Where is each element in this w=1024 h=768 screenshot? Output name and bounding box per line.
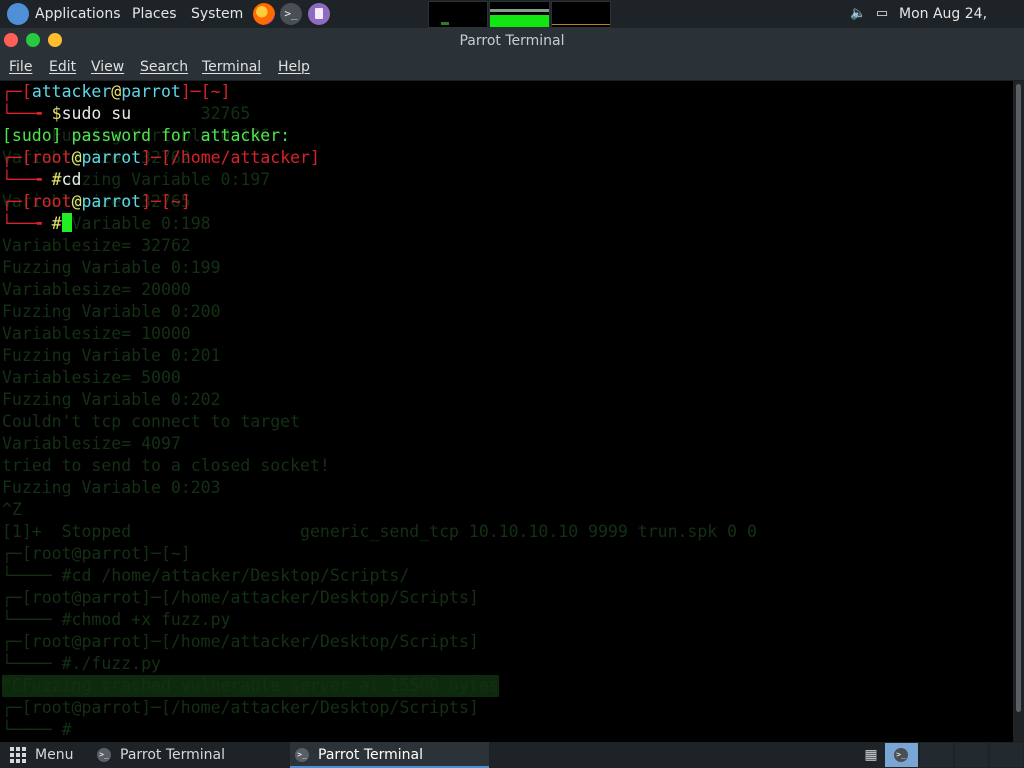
prompt-host: parrot — [81, 192, 142, 211]
text-cursor — [61, 213, 72, 232]
scrollbar-thumb[interactable] — [1016, 84, 1021, 712]
faded-line: Couldn't tcp connect to target — [2, 412, 301, 431]
faded-line: tried to send to a closed socket! — [2, 456, 330, 475]
workspace-1[interactable]: >_ — [885, 743, 918, 767]
terminal-output[interactable]: 32765 Fuzzing Variable 0:196 Variablesize… — [0, 81, 1013, 742]
top-panel: Applications Places System >_ 🔈 ▭ Mon Au… — [0, 0, 1024, 50]
workspace-3[interactable] — [955, 743, 988, 767]
menu-button[interactable]: Menu — [35, 742, 73, 768]
firefox-icon[interactable] — [253, 3, 275, 25]
faded-line: ┌─[root@parrot]─[~] — [2, 544, 191, 563]
faded-line: Fuzzing Variable 0:201 — [2, 346, 221, 365]
prompt-line-2: ┌─[root@parrot]─[/home/attacker] — [2, 148, 320, 167]
prompt-host: parrot — [81, 148, 142, 167]
faded-line: ┌─[root@parrot]─[/home/attacker/Desktop/… — [2, 632, 479, 651]
faded-line: └──── #./fuzz.py — [2, 654, 161, 673]
display-icon[interactable]: ▭ — [874, 6, 890, 22]
prompt-dir: ~ — [210, 82, 221, 101]
faded-line: Fuzzing Variable 0:202 — [2, 390, 221, 409]
volume-icon[interactable]: 🔈 — [850, 6, 866, 22]
places-menu[interactable]: Places — [132, 0, 177, 28]
prompt-user: root — [31, 148, 72, 167]
sudo-output: [sudo] password for attacker: — [2, 126, 291, 145]
prompt-host: parrot — [121, 82, 181, 101]
workspace-switcher-icon[interactable]: ▦ — [862, 746, 880, 764]
command-line-3: └──╼ # — [2, 213, 72, 235]
command-line-2: └──╼ #cd — [2, 170, 82, 189]
task-parrot-terminal-2[interactable]: Parrot Terminal — [318, 742, 423, 768]
faded-line: ^CFuzzing crashed vulnerable server at 1… — [2, 675, 499, 697]
menu-help[interactable]: Help — [278, 54, 310, 80]
prompt-line-3: ┌─[root@parrot]─[~] — [2, 192, 191, 211]
network-graph[interactable] — [551, 1, 611, 28]
faded-line: Variablesize= 20000 — [2, 280, 191, 299]
faded-line: └──── #chmod +x fuzz.py — [2, 610, 231, 629]
prompt-user: root — [31, 192, 72, 211]
command-text: sudo su — [61, 104, 132, 123]
cpu-graph[interactable] — [428, 1, 488, 28]
terminal-icon: >_ — [97, 748, 111, 762]
task-parrot-terminal-1[interactable]: Parrot Terminal — [120, 742, 225, 768]
faded-line: ┌─[root@parrot]─[/home/attacker/Desktop/… — [2, 588, 479, 607]
memory-graph[interactable] — [489, 1, 550, 28]
prompt-user: attacker — [31, 82, 112, 101]
command-text: cd — [61, 170, 82, 189]
menu-terminal[interactable]: Terminal — [202, 54, 261, 80]
system-menu[interactable]: System — [191, 0, 243, 28]
faded-line: Variablesize= 10000 — [2, 324, 191, 343]
faded-line: ┌─[root@parrot]─[/home/attacker/Desktop/… — [2, 698, 479, 717]
notes-icon[interactable] — [308, 3, 330, 25]
menu-grid-icon[interactable] — [10, 747, 26, 763]
workspace-2[interactable] — [920, 743, 953, 767]
faded-line: └──── # — [2, 720, 72, 739]
faded-line: Variablesize= 4097 — [2, 434, 181, 453]
parrot-logo-icon[interactable] — [7, 3, 29, 25]
window-title: Parrot Terminal — [459, 33, 565, 49]
terminal-icon: >_ — [295, 748, 309, 762]
clock[interactable]: Mon Aug 24, 04:11 — [899, 0, 1024, 50]
prompt-dir: /home/attacker — [170, 148, 310, 167]
faded-line: └──── #cd /home/attacker/Desktop/Scripts… — [2, 566, 410, 585]
faded-line: [1]+ Stopped generic_send_tcp 10.10.10.1… — [2, 522, 757, 541]
faded-line: Fuzzing Variable 0:200 — [2, 302, 221, 321]
prompt-line-1: ┌─[attacker@parrot]─[~] — [2, 82, 231, 101]
faded-line: Fuzzing Variable 0:203 — [2, 478, 221, 497]
faded-line: Variablesize= 32762 — [2, 236, 191, 255]
command-line-1: └──╼ $sudo su — [2, 104, 132, 123]
faded-line: ^Z — [2, 500, 22, 519]
faded-line: Variablesize= 5000 — [2, 368, 181, 387]
terminal-icon[interactable]: >_ — [280, 3, 302, 25]
menu-search[interactable]: Search — [140, 54, 188, 80]
faded-line: Fuzzing Variable 0:199 — [2, 258, 221, 277]
prompt-dir: ~ — [170, 192, 181, 211]
workspace-4[interactable] — [990, 743, 1023, 767]
applications-menu[interactable]: Applications — [35, 0, 121, 28]
menu-view[interactable]: View — [91, 54, 124, 80]
terminal-icon: >_ — [894, 748, 908, 762]
menu-file[interactable]: File — [9, 54, 32, 80]
menu-edit[interactable]: Edit — [49, 54, 76, 80]
